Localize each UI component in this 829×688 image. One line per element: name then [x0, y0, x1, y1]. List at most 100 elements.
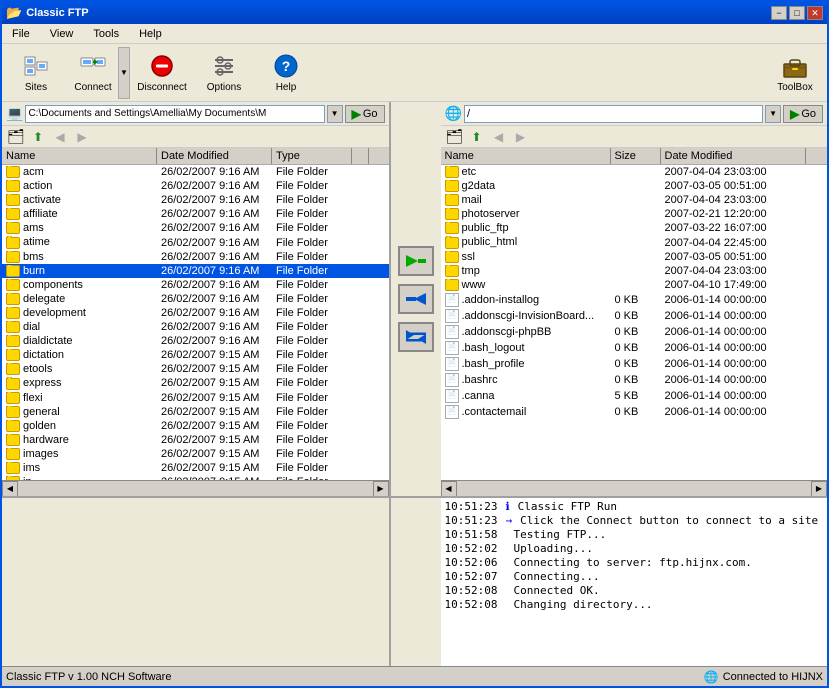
right-file-row[interactable]: 📄.bash_profile 0 KB 2006-01-14 00:00:00 — [441, 356, 828, 372]
left-file-row[interactable]: dial 26/02/2007 9:16 AM File Folder — [2, 320, 389, 334]
maximize-button[interactable]: □ — [789, 6, 805, 20]
left-go-button[interactable]: ▶ Go — [345, 105, 385, 123]
left-hscrollbar[interactable]: ◀ ▶ — [2, 480, 389, 496]
help-button[interactable]: ? Help — [256, 47, 316, 99]
right-nav-back-icon[interactable]: ◀ — [489, 128, 509, 146]
right-col-size-header[interactable]: Size — [611, 148, 661, 164]
right-file-row[interactable]: ssl 2007-03-05 00:51:00 — [441, 250, 828, 264]
left-file-row[interactable]: burn 26/02/2007 9:16 AM File Folder — [2, 264, 389, 278]
left-file-row[interactable]: express 26/02/2007 9:15 AM File Folder — [2, 376, 389, 390]
right-file-row[interactable]: 📄.addonscgi-InvisionBoard... 0 KB 2006-0… — [441, 308, 828, 324]
right-nav-up-icon[interactable]: ⬆ — [467, 128, 487, 146]
left-nav-back-icon[interactable]: ◀ — [50, 128, 70, 146]
menu-view[interactable]: View — [44, 27, 80, 41]
right-nav-folder-icon[interactable]: 🗂 — [445, 128, 465, 146]
right-file-list[interactable]: etc 2007-04-04 23:03:00 g2data 2007-03-0… — [441, 165, 828, 480]
right-file-row[interactable]: 📄.contactemail 0 KB 2006-01-14 00:00:00 — [441, 404, 828, 420]
right-file-row[interactable]: mail 2007-04-04 23:03:00 — [441, 193, 828, 207]
left-file-row[interactable]: action 26/02/2007 9:16 AM File Folder — [2, 179, 389, 193]
log-content[interactable]: 10:51:23ℹClassic FTP Run10:51:23→Click t… — [441, 498, 828, 666]
menu-help[interactable]: Help — [133, 27, 168, 41]
left-file-row[interactable]: ims 26/02/2007 9:15 AM File Folder — [2, 461, 389, 475]
transfer-right-button[interactable] — [398, 246, 434, 276]
right-address-input[interactable] — [464, 105, 763, 123]
left-col-name-header[interactable]: Name — [2, 148, 157, 164]
right-file-row[interactable]: tmp 2007-04-04 23:03:00 — [441, 264, 828, 278]
right-col-date-header[interactable]: Date Modified — [661, 148, 806, 164]
right-addr-dropdown[interactable]: ▼ — [765, 105, 781, 123]
right-file-row[interactable]: www 2007-04-10 17:49:00 — [441, 278, 828, 292]
right-hscrollbar[interactable]: ◀ ▶ — [441, 480, 828, 496]
left-col-type-header[interactable]: Type — [272, 148, 352, 164]
left-col-date-header[interactable]: Date Modified — [157, 148, 272, 164]
connect-dropdown-arrow[interactable]: ▼ — [118, 47, 130, 99]
log-entry: 10:51:23→Click the Connect button to con… — [445, 514, 824, 528]
toolbox-button[interactable]: ToolBox — [767, 47, 823, 99]
left-file-type: File Folder — [272, 448, 352, 460]
left-file-row[interactable]: acm 26/02/2007 9:16 AM File Folder — [2, 165, 389, 179]
left-nav-folder-icon[interactable]: 🗂 — [6, 128, 26, 146]
options-button[interactable]: Options — [194, 47, 254, 99]
right-file-row[interactable]: etc 2007-04-04 23:03:00 — [441, 165, 828, 179]
left-file-row[interactable]: ams 26/02/2007 9:16 AM File Folder — [2, 221, 389, 235]
log-message: Click the Connect button to connect to a… — [520, 514, 818, 528]
transfer-both-button[interactable] — [398, 322, 434, 352]
left-file-row[interactable]: activate 26/02/2007 9:16 AM File Folder — [2, 193, 389, 207]
left-file-row[interactable]: images 26/02/2007 9:15 AM File Folder — [2, 447, 389, 461]
right-nav-forward-icon[interactable]: ▶ — [511, 128, 531, 146]
right-go-label: Go — [801, 108, 816, 120]
right-go-button[interactable]: ▶ Go — [783, 105, 823, 123]
disconnect-button[interactable]: Disconnect — [132, 47, 192, 99]
left-file-row[interactable]: atime 26/02/2007 9:16 AM File Folder — [2, 235, 389, 249]
right-file-name: 📄.canna — [441, 389, 611, 403]
right-file-row[interactable]: 📄.bashrc 0 KB 2006-01-14 00:00:00 — [441, 372, 828, 388]
left-address-input[interactable] — [25, 105, 324, 123]
log-time: 10:52:02 — [445, 542, 498, 556]
sites-button[interactable]: Sites — [6, 47, 66, 99]
menu-tools[interactable]: Tools — [87, 27, 125, 41]
right-file-row[interactable]: 📄.addon-installog 0 KB 2006-01-14 00:00:… — [441, 292, 828, 308]
log-entry: 10:51:23ℹClassic FTP Run — [445, 500, 824, 514]
minimize-button[interactable]: − — [771, 6, 787, 20]
left-file-row[interactable]: affiliate 26/02/2007 9:16 AM File Folder — [2, 207, 389, 221]
left-file-row[interactable]: hardware 26/02/2007 9:15 AM File Folder — [2, 433, 389, 447]
left-file-row[interactable]: delegate 26/02/2007 9:16 AM File Folder — [2, 292, 389, 306]
left-file-row[interactable]: etools 26/02/2007 9:15 AM File Folder — [2, 362, 389, 376]
left-file-date: 26/02/2007 9:15 AM — [157, 406, 272, 418]
left-file-type: File Folder — [272, 251, 352, 263]
right-file-name: 📄.addon-installog — [441, 293, 611, 307]
left-file-row[interactable]: golden 26/02/2007 9:15 AM File Folder — [2, 419, 389, 433]
left-file-row[interactable]: flexi 26/02/2007 9:15 AM File Folder — [2, 391, 389, 405]
left-file-type: File Folder — [272, 293, 352, 305]
right-file-row[interactable]: 📄.canna 5 KB 2006-01-14 00:00:00 — [441, 388, 828, 404]
left-hscroll-right[interactable]: ▶ — [373, 481, 389, 497]
left-file-row[interactable]: dictation 26/02/2007 9:15 AM File Folder — [2, 348, 389, 362]
right-file-date: 2006-01-14 00:00:00 — [661, 310, 806, 322]
transfer-left-button[interactable] — [398, 284, 434, 314]
left-hscroll-track — [18, 481, 373, 497]
left-hscroll-left[interactable]: ◀ — [2, 481, 18, 497]
left-file-row[interactable]: general 26/02/2007 9:15 AM File Folder — [2, 405, 389, 419]
right-file-date: 2007-03-05 00:51:00 — [661, 251, 806, 263]
left-nav-up-icon[interactable]: ⬆ — [28, 128, 48, 146]
close-button[interactable]: ✕ — [807, 6, 823, 20]
left-file-date: 26/02/2007 9:16 AM — [157, 279, 272, 291]
connect-button[interactable]: Connect — [68, 47, 118, 99]
right-col-name-header[interactable]: Name — [441, 148, 611, 164]
left-file-row[interactable]: dialdictate 26/02/2007 9:16 AM File Fold… — [2, 334, 389, 348]
right-hscroll-right[interactable]: ▶ — [811, 481, 827, 497]
left-nav-forward-icon[interactable]: ▶ — [72, 128, 92, 146]
right-file-row[interactable]: 📄.addonscgi-phpBB 0 KB 2006-01-14 00:00:… — [441, 324, 828, 340]
left-file-list[interactable]: acm 26/02/2007 9:16 AM File Folder actio… — [2, 165, 389, 480]
left-file-row[interactable]: bms 26/02/2007 9:16 AM File Folder — [2, 250, 389, 264]
left-file-row[interactable]: development 26/02/2007 9:16 AM File Fold… — [2, 306, 389, 320]
right-file-row[interactable]: photoserver 2007-02-21 12:20:00 — [441, 207, 828, 221]
right-hscroll-left[interactable]: ◀ — [441, 481, 457, 497]
left-addr-dropdown[interactable]: ▼ — [327, 105, 343, 123]
right-file-row[interactable]: public_html 2007-04-04 22:45:00 — [441, 235, 828, 249]
left-file-row[interactable]: components 26/02/2007 9:16 AM File Folde… — [2, 278, 389, 292]
right-file-row[interactable]: 📄.bash_logout 0 KB 2006-01-14 00:00:00 — [441, 340, 828, 356]
menu-file[interactable]: File — [6, 27, 36, 41]
right-file-row[interactable]: public_ftp 2007-03-22 16:07:00 — [441, 221, 828, 235]
right-file-row[interactable]: g2data 2007-03-05 00:51:00 — [441, 179, 828, 193]
